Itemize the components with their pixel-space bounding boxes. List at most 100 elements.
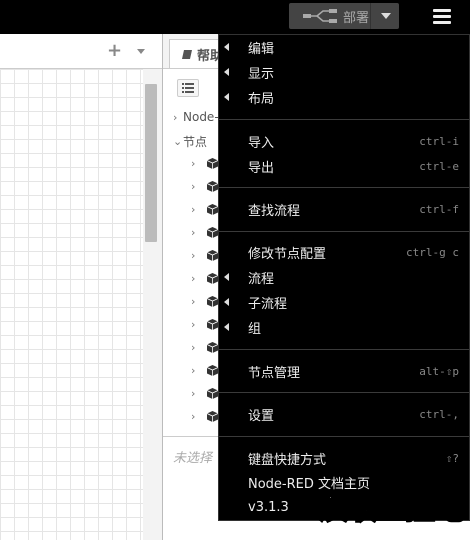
menu-item-label: 查找流程 [248,203,301,219]
menu-separator [219,187,469,188]
hamburger-menu-icon[interactable] [433,9,451,25]
cube-icon [207,227,218,238]
menu-item-shortcut: ctrl-f [419,202,459,216]
chevron-right-icon: › [191,157,196,170]
menu-item[interactable]: 布局 [219,85,469,109]
menu-item-shortcut: ctrl-g c [406,245,459,259]
chevron-right-icon: › [191,318,196,331]
tree-node-item[interactable]: › [191,341,218,354]
chevron-down-icon: ⌄ [173,135,183,148]
menu-item[interactable]: 子流程 [219,290,469,314]
menu-separator [219,392,469,393]
no-selection-text: 未选择 [173,451,213,466]
flow-canvas[interactable] [0,69,143,540]
submenu-caret-icon [224,68,229,76]
menu-item[interactable]: 导出 ctrl-e [219,154,469,178]
canvas-scrollbar-thumb[interactable] [145,84,157,242]
menu-item-label: 布局 [248,91,275,107]
menu-separator [219,436,469,437]
tree-node-item[interactable]: › [191,364,218,377]
tree-node-item[interactable]: › [191,318,218,331]
cube-icon [207,342,218,353]
chevron-right-icon: › [191,387,196,400]
menu-separator [219,349,469,350]
deploy-label: 部署 [343,10,370,26]
tree-nodes-group[interactable]: ⌄ 节点 [173,133,207,150]
menu-item[interactable]: 显示 [219,60,469,84]
menu-item-shortcut: ctrl-e [419,159,459,173]
tree-node-item[interactable]: › [191,180,218,193]
chevron-right-icon: › [173,110,178,124]
menu-item-shortcut: ⇧? [445,451,459,465]
list-icon [182,83,194,93]
chevron-right-icon: › [191,272,196,285]
flow-list-chevron-icon[interactable] [137,49,145,54]
workspace-tab-bar: + [0,34,162,69]
tree-nodes-group-label: 节点 [183,135,208,149]
menu-item-label: 修改节点配置 [248,246,327,262]
tree-node-item[interactable]: › [191,387,218,400]
cube-icon [207,296,218,307]
tree-node-item[interactable]: › [191,272,218,285]
chevron-right-icon: › [191,410,196,423]
menu-item-label: 设置 [248,408,275,424]
chevron-right-icon: › [191,249,196,262]
add-flow-icon[interactable]: + [107,40,122,61]
menu-item[interactable]: 查找流程 ctrl-f [219,197,469,221]
menu-item-label: 组 [248,321,262,337]
book-icon [182,49,192,59]
menu-item-label: 编辑 [248,41,275,57]
menu-item[interactable]: 导入 ctrl-i [219,129,469,153]
cube-icon [207,273,218,284]
submenu-caret-icon [224,43,229,51]
menu-item[interactable]: 修改节点配置 ctrl-g c [219,240,469,264]
deploy-options-chevron-icon[interactable] [381,13,391,19]
menu-item-label: 导出 [248,160,275,176]
menu-separator [219,119,469,120]
cube-icon [207,204,218,215]
cube-icon [207,158,218,169]
submenu-caret-icon [224,93,229,101]
cube-icon [207,365,218,376]
menu-item-label: 显示 [248,66,275,82]
tree-node-item[interactable]: › [191,249,218,262]
cube-icon [207,411,218,422]
menu-item-label: 导入 [248,135,275,151]
menu-item-label: 键盘快捷方式 [248,452,327,468]
menu-item-label: 节点管理 [248,365,301,381]
submenu-caret-icon [224,273,229,281]
deploy-icon [303,9,337,23]
submenu-caret-icon [224,323,229,331]
chevron-right-icon: › [191,180,196,193]
chevron-right-icon: › [191,226,196,239]
menu-item[interactable]: 编辑 [219,35,469,59]
tree-node-item[interactable]: › [191,410,218,423]
menu-item-shortcut: ctrl-, [419,407,459,421]
menu-item[interactable]: 流程 [219,265,469,289]
cube-icon [207,181,218,192]
menu-item-shortcut: ctrl-i [419,134,459,148]
deploy-button[interactable]: 部署 [289,3,399,29]
app-header: 部署 [0,0,470,34]
cube-icon [207,250,218,261]
submenu-caret-icon [224,298,229,306]
chevron-right-icon: › [191,364,196,377]
workspace: + [0,34,163,540]
chevron-right-icon: › [191,203,196,216]
menu-separator [219,231,469,232]
tree-node-item[interactable]: › [191,295,218,308]
menu-item[interactable]: 设置 ctrl-, [219,402,469,426]
cube-icon [207,319,218,330]
chevron-right-icon: › [191,295,196,308]
tree-node-item[interactable]: › [191,203,218,216]
main-menu: 编辑显示布局导入 ctrl-i 导出 ctrl-e 查找流程 ctrl-f 修改节点配置 ct… [218,34,470,521]
menu-item-label: v3.1.3 [248,499,289,515]
tree-node-item[interactable]: › [191,226,218,239]
toc-toggle-button[interactable] [177,79,199,97]
menu-item[interactable]: 组 [219,315,469,339]
tree-node-item[interactable]: › [191,157,218,170]
menu-item-label: 子流程 [248,296,288,312]
menu-item[interactable]: 节点管理 alt-⇧p [219,359,469,383]
menu-item-label: 流程 [248,271,275,287]
menu-item[interactable]: 键盘快捷方式 ⇧? [219,446,469,470]
